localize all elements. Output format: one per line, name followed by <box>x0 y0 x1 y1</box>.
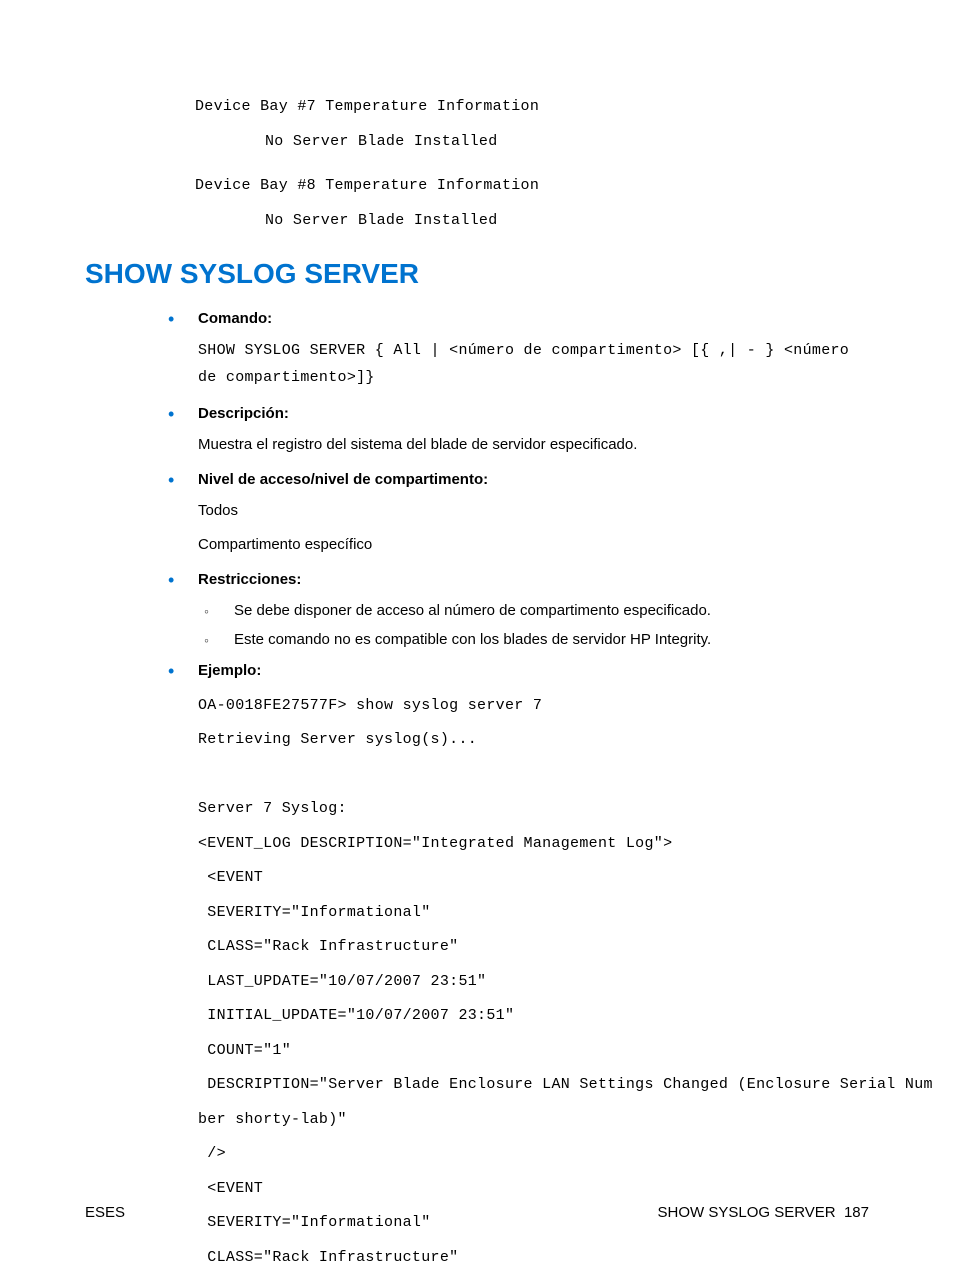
code-line-bay7-msg: No Server Blade Installed <box>265 125 869 160</box>
label-ejemplo: Ejemplo: <box>198 662 261 679</box>
text-descripcion: Muestra el registro del sistema del blad… <box>198 434 869 457</box>
restricciones-sublist: Se debe disponer de acceso al número de … <box>198 602 869 648</box>
text-nivel-1: Todos <box>198 500 869 523</box>
restriccion-1: Se debe disponer de acceso al número de … <box>198 602 869 619</box>
section-heading: SHOW SYSLOG SERVER <box>85 258 869 290</box>
footer-left: ESES <box>85 1204 125 1221</box>
code-line-bay8: Device Bay #8 Temperature Information <box>195 169 869 204</box>
command-definition-list: Comando: SHOW SYSLOG SERVER { All | <núm… <box>160 310 869 1275</box>
item-comando: Comando: SHOW SYSLOG SERVER { All | <núm… <box>160 310 869 391</box>
restriccion-2: Este comando no es compatible con los bl… <box>198 631 869 648</box>
command-syntax: SHOW SYSLOG SERVER { All | <número de co… <box>198 337 869 391</box>
restriccion-2-text: Este comando no es compatible con los bl… <box>234 631 711 648</box>
example-code: OA-0018FE27577F> show syslog server 7 Re… <box>198 689 869 1275</box>
code-line-bay7: Device Bay #7 Temperature Information <box>195 90 869 125</box>
footer-page-number: 187 <box>844 1204 869 1221</box>
label-comando: Comando: <box>198 310 272 327</box>
top-code-block: Device Bay #7 Temperature Information No… <box>85 90 869 238</box>
label-nivel: Nivel de acceso/nivel de compartimento: <box>198 471 488 488</box>
text-nivel-2: Compartimento específico <box>198 534 869 557</box>
item-restricciones: Restricciones: Se debe disponer de acces… <box>160 571 869 648</box>
item-descripcion: Descripción: Muestra el registro del sis… <box>160 405 869 457</box>
footer-right: SHOW SYSLOG SERVER 187 <box>658 1204 869 1221</box>
item-nivel: Nivel de acceso/nivel de compartimento: … <box>160 471 869 557</box>
footer-section-label: SHOW SYSLOG SERVER <box>658 1204 836 1221</box>
item-ejemplo: Ejemplo: OA-0018FE27577F> show syslog se… <box>160 662 869 1275</box>
page-footer: ESES SHOW SYSLOG SERVER 187 <box>85 1204 869 1221</box>
label-descripcion: Descripción: <box>198 405 289 422</box>
code-line-bay8-msg: No Server Blade Installed <box>265 204 869 239</box>
restriccion-1-text: Se debe disponer de acceso al número de … <box>234 602 711 619</box>
label-restricciones: Restricciones: <box>198 571 301 588</box>
